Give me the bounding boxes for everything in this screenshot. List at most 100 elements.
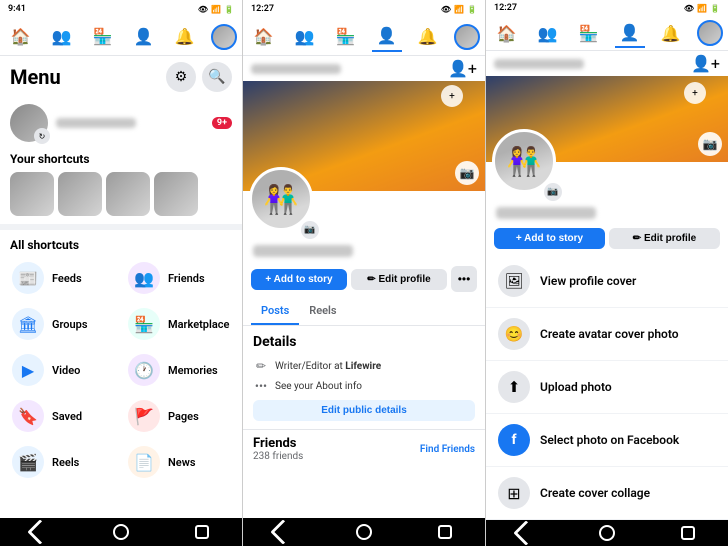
nav-marketplace-right[interactable]: 🏪 bbox=[574, 18, 604, 48]
nav-bell-center[interactable]: 🔔 bbox=[413, 22, 443, 52]
profile-avatar-camera[interactable]: 📷 bbox=[301, 221, 319, 239]
nav-bell-right[interactable]: 🔔 bbox=[656, 18, 686, 48]
detail-icon-1: ✏ bbox=[253, 359, 269, 373]
menu-item-friends[interactable]: 👥 Friends bbox=[122, 256, 236, 300]
back-btn-left[interactable] bbox=[28, 523, 52, 541]
add-to-story-btn-right[interactable]: + Add to story bbox=[494, 228, 605, 249]
profile-name-row bbox=[243, 231, 485, 264]
menu-item-video[interactable]: ▶ Video bbox=[6, 348, 120, 392]
tabs-row: Posts Reels bbox=[243, 298, 485, 326]
pages-icon: 🚩 bbox=[128, 400, 160, 432]
dropdown-upload-photo[interactable]: ⬆ Upload photo bbox=[486, 361, 728, 414]
menu-header-icons: ⚙ 🔍 bbox=[166, 62, 232, 92]
detail-row-2[interactable]: ••• See your About info bbox=[253, 376, 475, 396]
dropdown-view-profile-cover[interactable]: 🖼 View profile cover bbox=[486, 255, 728, 308]
settings-button[interactable]: ⚙ bbox=[166, 62, 196, 92]
menu-item-reels[interactable]: 🎬 Reels bbox=[6, 440, 120, 484]
nav-friends-right[interactable]: 👥 bbox=[533, 18, 563, 48]
cover-camera-btn[interactable]: 📷 bbox=[455, 161, 479, 185]
menu-item-memories[interactable]: 🕐 Memories bbox=[122, 348, 236, 392]
shortcut-3[interactable] bbox=[106, 172, 150, 216]
more-options-btn[interactable]: ••• bbox=[451, 266, 477, 292]
home-btn-left[interactable] bbox=[109, 523, 133, 541]
recents-btn-center[interactable] bbox=[433, 523, 457, 541]
feeds-label: Feeds bbox=[52, 272, 82, 285]
add-friend-icon-right[interactable]: 👤+ bbox=[691, 54, 720, 73]
nav-bar-left: 🏠 👥 🏪 👤 🔔 bbox=[0, 18, 242, 56]
dropdown-menu: 🖼 View profile cover 😊 Create avatar cov… bbox=[486, 255, 728, 520]
nav-avatar-center[interactable] bbox=[454, 24, 480, 50]
select-photo-facebook-icon: f bbox=[498, 424, 530, 456]
dropdown-create-cover-collage[interactable]: ⊞ Create cover collage bbox=[486, 467, 728, 520]
profile-name-bar-right bbox=[496, 207, 596, 219]
nav-profile-center[interactable]: 👤 bbox=[372, 22, 402, 52]
all-shortcuts-label: All shortcuts bbox=[0, 234, 242, 254]
avatar-edit-btn[interactable]: ↻ bbox=[34, 128, 50, 144]
nav-home-right[interactable]: 🏠 bbox=[492, 18, 522, 48]
reels-label: Reels bbox=[52, 456, 79, 469]
nav-home-left[interactable]: 🏠 bbox=[6, 22, 36, 52]
select-photo-facebook-label: Select photo on Facebook bbox=[540, 433, 679, 447]
user-name bbox=[56, 118, 136, 128]
edit-profile-btn-right[interactable]: ✏ Edit profile bbox=[609, 228, 720, 249]
menu-item-pages[interactable]: 🚩 Pages bbox=[122, 394, 236, 438]
menu-item-feeds[interactable]: 📰 Feeds bbox=[6, 256, 120, 300]
tab-posts[interactable]: Posts bbox=[251, 298, 299, 325]
nav-profile-right[interactable]: 👤 bbox=[615, 18, 645, 48]
nav-bar-center: 🏠 👥 🏪 👤 🔔 bbox=[243, 18, 485, 56]
home-btn-right[interactable] bbox=[595, 524, 619, 542]
recents-btn-right[interactable] bbox=[676, 524, 700, 542]
shortcuts-row bbox=[0, 168, 242, 220]
create-cover-collage-icon: ⊞ bbox=[498, 477, 530, 509]
nav-bell-left[interactable]: 🔔 bbox=[170, 22, 200, 52]
detail-text-2: See your About info bbox=[275, 381, 362, 392]
dropdown-create-avatar-cover[interactable]: 😊 Create avatar cover photo bbox=[486, 308, 728, 361]
detail-icon-2: ••• bbox=[253, 379, 269, 393]
nav-friends-left[interactable]: 👥 bbox=[47, 22, 77, 52]
detail-text-1: Writer/Editor at Lifewire bbox=[275, 361, 381, 372]
add-to-story-btn[interactable]: + Add to story bbox=[251, 269, 347, 290]
user-row: ↻ 9+ bbox=[0, 98, 242, 148]
cover-camera-btn-right[interactable]: 📷 bbox=[698, 132, 722, 156]
nav-marketplace-left[interactable]: 🏪 bbox=[88, 22, 118, 52]
search-button[interactable]: 🔍 bbox=[202, 62, 232, 92]
upload-photo-label: Upload photo bbox=[540, 380, 612, 394]
nav-profile-left[interactable]: 👤 bbox=[129, 22, 159, 52]
menu-item-news[interactable]: 📄 News bbox=[122, 440, 236, 484]
recents-btn-left[interactable] bbox=[190, 523, 214, 541]
menu-title: Menu bbox=[10, 65, 61, 89]
friends-section: Friends 238 friends Find Friends bbox=[243, 429, 485, 468]
edit-public-btn[interactable]: Edit public details bbox=[253, 400, 475, 421]
find-friends-link[interactable]: Find Friends bbox=[420, 444, 475, 455]
shortcut-1[interactable] bbox=[10, 172, 54, 216]
dropdown-select-photo-facebook[interactable]: f Select photo on Facebook bbox=[486, 414, 728, 467]
shortcut-2[interactable] bbox=[58, 172, 102, 216]
shortcut-4[interactable] bbox=[154, 172, 198, 216]
nav-home-center[interactable]: 🏠 bbox=[249, 22, 279, 52]
add-friend-icon-center[interactable]: 👤+ bbox=[448, 59, 477, 78]
menu-item-marketplace[interactable]: 🏪 Marketplace bbox=[122, 302, 236, 346]
nav-friends-center[interactable]: 👥 bbox=[290, 22, 320, 52]
status-time-right: 12:27 bbox=[494, 3, 517, 13]
create-avatar-cover-icon: 😊 bbox=[498, 318, 530, 350]
profile-avatar-photo: 👫 bbox=[249, 167, 313, 231]
home-btn-center[interactable] bbox=[352, 523, 376, 541]
tab-reels[interactable]: Reels bbox=[299, 298, 346, 325]
cover-story-btn-right[interactable]: + bbox=[684, 82, 706, 104]
profile-avatar-photo-right: 👫 bbox=[492, 129, 556, 193]
video-label: Video bbox=[52, 364, 80, 377]
nav-marketplace-center[interactable]: 🏪 bbox=[331, 22, 361, 52]
menu-item-saved[interactable]: 🔖 Saved bbox=[6, 394, 120, 438]
menu-item-groups[interactable]: 🏛 Groups bbox=[6, 302, 120, 346]
edit-profile-btn[interactable]: ✏ Edit profile bbox=[351, 269, 447, 290]
back-btn-right[interactable] bbox=[514, 524, 538, 542]
cover-story-btn[interactable]: + bbox=[441, 85, 463, 107]
memories-label: Memories bbox=[168, 364, 218, 377]
nav-avatar-right[interactable] bbox=[697, 20, 723, 46]
back-btn-center[interactable] bbox=[271, 523, 295, 541]
upload-photo-icon: ⬆ bbox=[498, 371, 530, 403]
profile-avatar-section-right: 👫 📷 bbox=[486, 162, 728, 193]
detail-row-1: ✏ Writer/Editor at Lifewire bbox=[253, 356, 475, 376]
nav-avatar-left[interactable] bbox=[211, 24, 237, 50]
avatar-camera-right[interactable]: 📷 bbox=[544, 183, 562, 201]
